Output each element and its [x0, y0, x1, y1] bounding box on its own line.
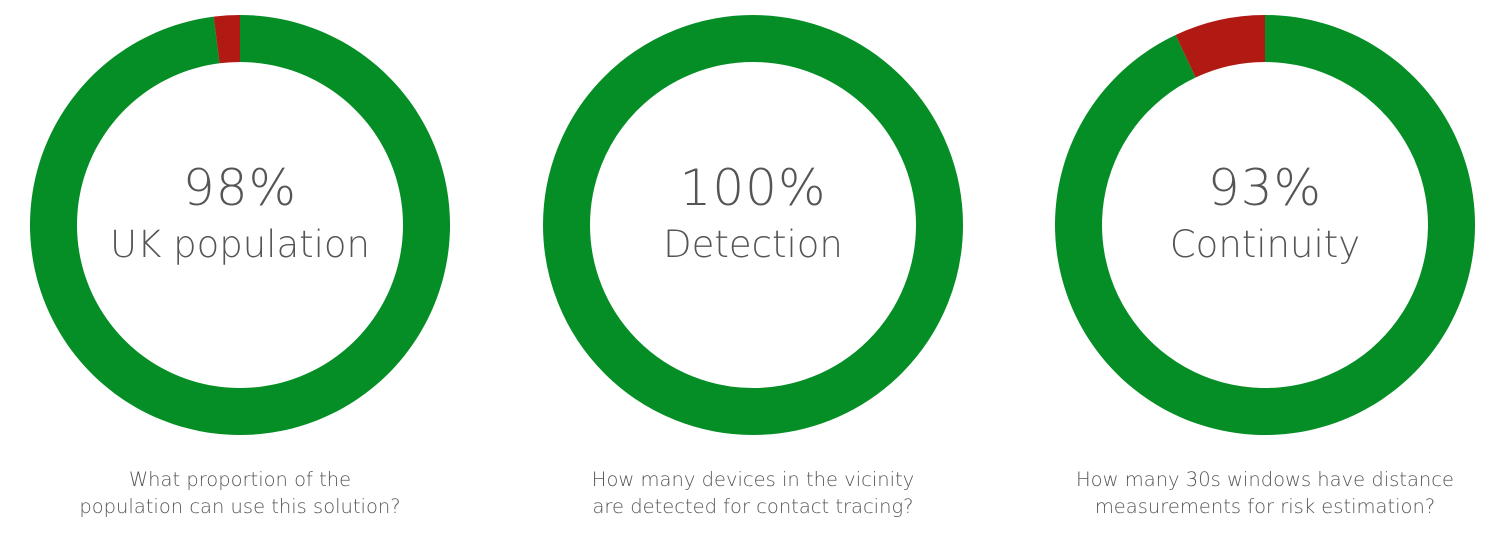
caption-line: measurements for risk estimation?	[1094, 495, 1436, 518]
donut-panel-continuity: 93% Continuity How many 30s windows have…	[1055, 0, 1475, 555]
donut-caption: How many devices in the vicinity are det…	[543, 466, 963, 520]
donut-label: UK population	[110, 223, 370, 266]
caption-line: What proportion of the	[128, 468, 352, 491]
donut-value: 98%	[182, 159, 298, 217]
donut-center-text: 100% Detection	[543, 163, 963, 263]
donut-caption: How many 30s windows have distance measu…	[1055, 466, 1475, 520]
donut-caption: What proportion of the population can us…	[30, 466, 450, 520]
donut-center-text: 93% Continuity	[1055, 163, 1475, 263]
donut-value: 100%	[679, 159, 827, 217]
donut-panel-detection: 100% Detection How many devices in the v…	[543, 0, 963, 555]
donut-label: Continuity	[1169, 223, 1361, 266]
donut-value: 93%	[1207, 159, 1323, 217]
donut-panel-uk-population: 98% UK population What proportion of the…	[30, 0, 450, 555]
caption-line: are detected for contact tracing?	[592, 495, 914, 518]
donut-chart-row: 98% UK population What proportion of the…	[0, 0, 1505, 555]
donut-label: Detection	[663, 223, 843, 266]
caption-line: How many 30s windows have distance	[1076, 468, 1454, 491]
caption-line: How many devices in the vicinity	[591, 468, 915, 491]
donut-center-text: 98% UK population	[30, 163, 450, 263]
caption-line: population can use this solution?	[79, 495, 401, 518]
